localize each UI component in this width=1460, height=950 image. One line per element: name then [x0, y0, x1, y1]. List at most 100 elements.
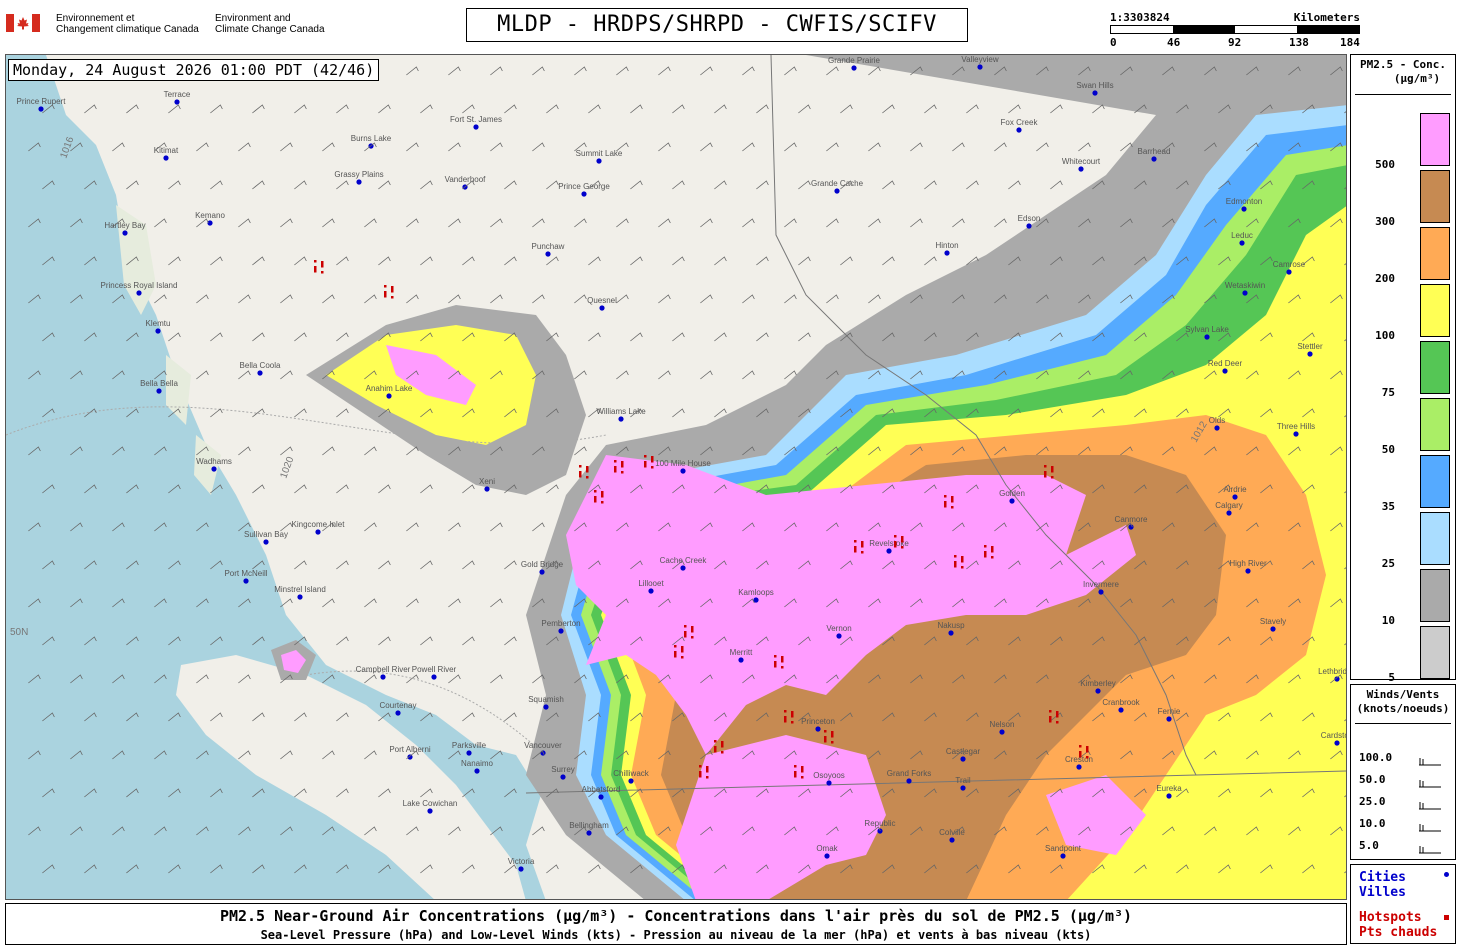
city-marker[interactable] — [999, 729, 1005, 735]
city-marker[interactable] — [1204, 334, 1210, 340]
city-marker[interactable] — [431, 674, 437, 680]
city-marker[interactable] — [427, 808, 433, 814]
city-marker[interactable] — [263, 539, 269, 545]
city-marker[interactable] — [484, 486, 490, 492]
city-marker[interactable] — [518, 866, 524, 872]
hotspot-marker — [894, 535, 897, 538]
city-marker[interactable] — [648, 588, 654, 594]
city-marker[interactable] — [473, 124, 479, 130]
city-marker[interactable] — [599, 305, 605, 311]
city-marker[interactable] — [1009, 498, 1015, 504]
city-marker[interactable] — [395, 710, 401, 716]
city-marker[interactable] — [1239, 240, 1245, 246]
city-marker[interactable] — [1226, 510, 1232, 516]
city-marker[interactable] — [680, 468, 686, 474]
city-marker[interactable] — [1151, 156, 1157, 162]
city-marker[interactable] — [1128, 524, 1134, 530]
hotspot-marker — [601, 491, 604, 494]
city-marker[interactable] — [356, 179, 362, 185]
city-marker[interactable] — [539, 569, 545, 575]
city-marker[interactable] — [851, 65, 857, 71]
city-marker[interactable] — [680, 565, 686, 571]
city-label: Lethbridge — [1318, 667, 1347, 676]
city-marker[interactable] — [1092, 90, 1098, 96]
city-marker[interactable] — [948, 630, 954, 636]
city-marker[interactable] — [826, 780, 832, 786]
city-marker[interactable] — [1076, 764, 1082, 770]
city-marker[interactable] — [824, 853, 830, 859]
city-marker[interactable] — [815, 726, 821, 732]
city-marker[interactable] — [1307, 351, 1313, 357]
city-marker[interactable] — [545, 251, 551, 257]
hotspot-marker — [951, 506, 954, 509]
city-marker[interactable] — [1214, 425, 1220, 431]
city-marker[interactable] — [543, 704, 549, 710]
city-label: Hartley Bay — [104, 221, 145, 230]
city-marker[interactable] — [960, 756, 966, 762]
city-marker[interactable] — [906, 778, 912, 784]
city-marker[interactable] — [1016, 127, 1022, 133]
city-marker[interactable] — [1293, 431, 1299, 437]
city-marker[interactable] — [558, 628, 564, 634]
hotspot-marker — [674, 651, 677, 654]
city-marker[interactable] — [977, 64, 983, 70]
city-marker[interactable] — [380, 674, 386, 680]
wind-speed-label: 25.0 — [1359, 795, 1386, 808]
city-marker[interactable] — [243, 578, 249, 584]
city-marker[interactable] — [174, 99, 180, 105]
hotspot-marker — [691, 636, 694, 639]
city-marker[interactable] — [596, 158, 602, 164]
city-marker[interactable] — [598, 794, 604, 800]
city-marker[interactable] — [1270, 626, 1276, 632]
hotspot-marker — [644, 461, 647, 464]
city-marker[interactable] — [156, 388, 162, 394]
city-marker[interactable] — [1118, 707, 1124, 713]
city-marker[interactable] — [122, 230, 128, 236]
city-marker[interactable] — [466, 750, 472, 756]
city-marker[interactable] — [1166, 793, 1172, 799]
city-marker[interactable] — [1286, 269, 1292, 275]
city-marker[interactable] — [1242, 290, 1248, 296]
city-marker[interactable] — [386, 393, 392, 399]
hotspot-marker — [954, 561, 957, 564]
city-marker[interactable] — [586, 830, 592, 836]
city-label: Kamloops — [738, 588, 774, 597]
city-label: Stettler — [1297, 342, 1323, 351]
city-label: Princess Royal Island — [101, 281, 178, 290]
city-marker[interactable] — [315, 529, 321, 535]
city-marker[interactable] — [834, 188, 840, 194]
smoke-forecast-map[interactable]: 1016 1020 1012 50N Prince Rupert Hartley … — [5, 54, 1347, 900]
city-marker[interactable] — [1098, 589, 1104, 595]
city-marker[interactable] — [738, 657, 744, 663]
city-marker[interactable] — [211, 466, 217, 472]
city-marker[interactable] — [1334, 740, 1340, 746]
city-marker[interactable] — [1095, 688, 1101, 694]
city-marker[interactable] — [155, 328, 161, 334]
city-marker[interactable] — [1026, 223, 1032, 229]
legend-swatch — [1420, 569, 1450, 622]
legend-level-label: 75 — [1381, 386, 1395, 399]
city-marker[interactable] — [1241, 206, 1247, 212]
city-marker[interactable] — [618, 416, 624, 422]
city-marker[interactable] — [297, 594, 303, 600]
city-marker[interactable] — [628, 778, 634, 784]
city-marker[interactable] — [1245, 568, 1251, 574]
city-marker[interactable] — [836, 633, 842, 639]
city-marker[interactable] — [136, 290, 142, 296]
city-marker[interactable] — [949, 837, 955, 843]
city-marker[interactable] — [560, 774, 566, 780]
city-marker[interactable] — [581, 191, 587, 197]
city-marker[interactable] — [944, 250, 950, 256]
city-marker[interactable] — [1232, 494, 1238, 500]
city-marker[interactable] — [1222, 368, 1228, 374]
city-marker[interactable] — [38, 106, 44, 112]
city-marker[interactable] — [163, 155, 169, 161]
city-marker[interactable] — [1060, 853, 1066, 859]
city-marker[interactable] — [407, 754, 413, 760]
city-marker[interactable] — [886, 548, 892, 554]
city-marker[interactable] — [1078, 166, 1084, 172]
city-marker[interactable] — [474, 768, 480, 774]
city-marker[interactable] — [960, 785, 966, 791]
city-marker[interactable] — [1166, 716, 1172, 722]
city-marker[interactable] — [257, 370, 263, 376]
